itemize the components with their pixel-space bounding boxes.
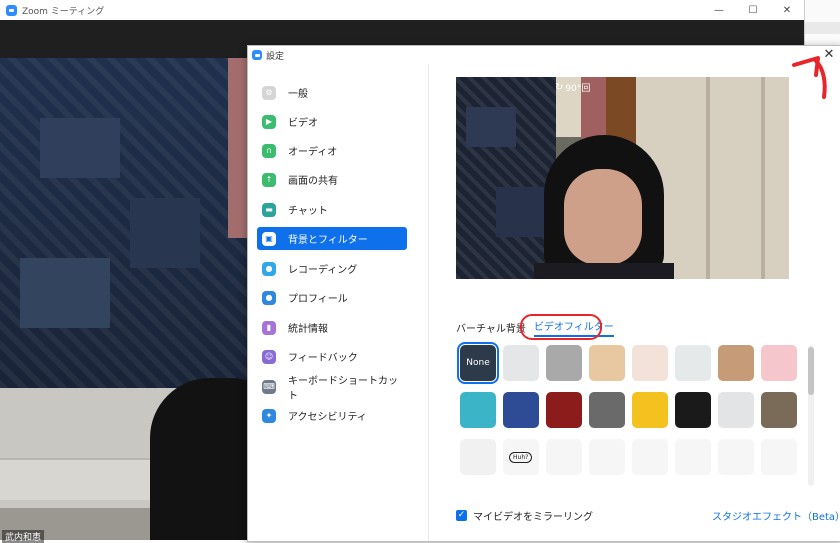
filter-tile[interactable] — [718, 345, 754, 381]
rotate-icon: ↻ — [555, 82, 564, 93]
filter-tile[interactable] — [718, 439, 754, 475]
sidebar-item[interactable]: ● プロフィール — [257, 286, 407, 309]
filter-tile[interactable] — [546, 392, 582, 428]
settings-title: 設定 — [266, 51, 285, 62]
chat-bubble-icon: ▬ — [262, 202, 276, 217]
gear-icon: ⚙ — [262, 85, 276, 100]
filter-tile[interactable] — [761, 392, 797, 428]
filter-tile[interactable] — [589, 439, 625, 475]
sidebar-item-label: 画面の共有 — [288, 176, 338, 187]
filter-tile[interactable] — [503, 392, 539, 428]
smiley-icon: ☺ — [262, 349, 276, 364]
filter-tile[interactable] — [632, 345, 668, 381]
sidebar-item[interactable]: ▶ ビデオ — [257, 110, 407, 133]
sidebar-item-label: チャット — [288, 206, 328, 217]
video-camera-icon: ▶ — [262, 114, 276, 129]
sidebar-item-label: 背景とフィルター — [288, 235, 368, 246]
participant-name-label: 武内和恵 — [2, 530, 45, 543]
rotate-button[interactable]: ↻ 90°回 — [555, 81, 590, 94]
video-preview — [456, 77, 789, 279]
portrait-icon: ▣ — [262, 231, 276, 246]
filter-tile[interactable]: Huh? — [503, 439, 539, 475]
sidebar-item-label: キーボードショートカット — [288, 375, 398, 402]
sidebar-item-label: ビデオ — [288, 118, 318, 129]
filter-tile[interactable] — [589, 392, 625, 428]
filter-tile[interactable] — [503, 345, 539, 381]
sidebar-item[interactable]: ● レコーディング — [257, 257, 407, 280]
screen-share-icon: ↑ — [262, 172, 276, 187]
mirror-checkbox[interactable]: ✓ — [456, 510, 467, 521]
main-window-title: Zoom ミーティング — [22, 6, 105, 17]
participant-video — [0, 58, 250, 540]
filter-tile[interactable] — [718, 392, 754, 428]
filter-grid: None Huh? — [457, 342, 806, 486]
zoom-logo-icon — [252, 50, 262, 60]
main-window-titlebar: Zoom ミーティング — ☐ ✕ — [0, 0, 804, 21]
sidebar-item[interactable]: ∩ オーディオ — [257, 139, 407, 162]
sidebar-item[interactable]: ✦ アクセシビリティ — [257, 404, 407, 427]
keyboard-icon: ⌨ — [262, 379, 276, 394]
filter-tile[interactable] — [632, 392, 668, 428]
studio-effects-link[interactable]: スタジオエフェクト（Beta） — [712, 508, 840, 523]
filter-tile[interactable] — [460, 392, 496, 428]
settings-sidebar: ⚙ 一般 ▶ ビデオ ∩ オーディオ ↑ 画面の共有 ▬ チャット ▣ 背景とフィルター ● レコーディン… — [248, 64, 429, 541]
annotation-circle — [520, 314, 602, 340]
filter-tile[interactable] — [675, 345, 711, 381]
sidebar-item[interactable]: ▣ 背景とフィルター — [257, 227, 407, 250]
minimize-icon[interactable]: — — [702, 0, 736, 20]
sidebar-item[interactable]: ⚙ 一般 — [257, 81, 407, 104]
sidebar-item[interactable]: ▮ 統計情報 — [257, 316, 407, 339]
bar-chart-icon: ▮ — [262, 320, 276, 335]
rotate-label: 90°回 — [565, 84, 591, 94]
annotation-arrow — [792, 56, 827, 99]
maximize-icon[interactable]: ☐ — [736, 0, 770, 20]
close-icon[interactable]: ✕ — [770, 0, 804, 20]
sidebar-item-label: 一般 — [288, 89, 308, 100]
sidebar-item-label: 統計情報 — [288, 324, 328, 335]
sidebar-item-label: レコーディング — [288, 265, 358, 276]
filter-tile[interactable] — [589, 345, 625, 381]
headphones-icon: ∩ — [262, 143, 276, 158]
sidebar-item-label: アクセシビリティ — [288, 412, 367, 423]
zoom-logo-icon — [6, 4, 17, 16]
sidebar-item[interactable]: ↑ 画面の共有 — [257, 168, 407, 191]
window-controls: — ☐ ✕ — [702, 0, 804, 20]
filter-tile[interactable] — [675, 439, 711, 475]
filter-tile-label: None — [466, 358, 490, 368]
filter-tile[interactable] — [546, 345, 582, 381]
filter-tile[interactable]: None — [457, 342, 499, 384]
accessibility-icon: ✦ — [262, 408, 276, 423]
sidebar-item-label: プロフィール — [288, 294, 348, 305]
filter-tile[interactable] — [546, 439, 582, 475]
settings-titlebar: 設定 — [248, 46, 840, 64]
scrollbar-thumb[interactable] — [808, 347, 814, 395]
sidebar-item[interactable]: ☺ フィードバック — [257, 345, 407, 368]
tab-virtual-background[interactable]: バーチャル背景 — [456, 320, 526, 335]
sidebar-item-label: オーディオ — [288, 147, 338, 158]
filter-scrollbar[interactable] — [808, 345, 814, 486]
settings-dialog: 設定 ✕ ⚙ 一般 ▶ ビデオ ∩ オーディオ ↑ 画面の共有 ▬ チャット ▣ 背景とフィルター ● レ… — [247, 45, 840, 542]
filter-tile[interactable] — [675, 392, 711, 428]
filter-tile[interactable] — [761, 345, 797, 381]
record-icon: ● — [262, 261, 276, 276]
sidebar-item[interactable]: ▬ チャット — [257, 198, 407, 221]
filter-tile[interactable] — [761, 439, 797, 475]
filter-tile[interactable] — [460, 439, 496, 475]
filter-tile-label: Huh? — [509, 452, 533, 463]
sidebar-item[interactable]: ⌨ キーボードショートカット — [257, 375, 407, 402]
mirror-label: マイビデオをミラーリング — [473, 512, 593, 523]
mirror-video-option[interactable]: ✓ マイビデオをミラーリング — [456, 508, 593, 523]
filter-tile[interactable] — [632, 439, 668, 475]
sidebar-item-label: フィードバック — [288, 353, 358, 364]
person-icon: ● — [262, 290, 276, 305]
